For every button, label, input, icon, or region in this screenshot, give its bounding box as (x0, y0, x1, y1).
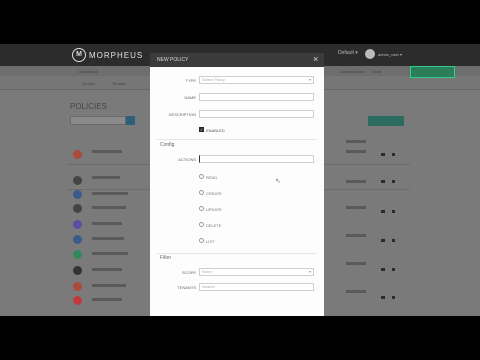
enabled-label: ENABLED (206, 128, 225, 133)
type-select[interactable]: Select Policy ▾ (199, 76, 314, 84)
type-label: TYPE (185, 78, 196, 83)
row-meta (346, 140, 366, 143)
edit-icon[interactable] (381, 210, 385, 213)
type-select-value: Select Policy (202, 77, 225, 82)
divider (157, 139, 317, 140)
actions-label: ACTIONS (178, 157, 196, 162)
row-text (92, 268, 122, 271)
row-meta (346, 262, 366, 265)
scope-select[interactable]: None ▾ (199, 268, 314, 276)
read-radio[interactable] (199, 174, 204, 179)
edit-icon[interactable] (381, 268, 385, 271)
update-label: UPDATE (206, 207, 222, 212)
row-text (92, 237, 124, 240)
config-section-title: Config (160, 142, 175, 148)
nav-item[interactable]: Tools (372, 69, 381, 74)
edit-icon[interactable] (381, 296, 385, 299)
row-meta (346, 234, 366, 237)
mouse-cursor-icon: ⇖ (275, 178, 281, 185)
delete-icon[interactable] (392, 180, 395, 183)
create-radio[interactable] (199, 190, 204, 195)
row-icon (73, 190, 82, 199)
tenants-label: TENANTS (177, 285, 196, 290)
nav-item[interactable]: Administration (340, 69, 365, 74)
create-label: CREATE (206, 191, 222, 196)
delete-icon[interactable] (392, 210, 395, 213)
row-text (92, 176, 120, 179)
description-label: DESCRIPTION (168, 112, 196, 117)
modal-title: NEW POLICY (157, 57, 189, 63)
enabled-checkbox[interactable]: ✓ (199, 127, 204, 132)
user-menu[interactable]: admin_user ▾ (378, 52, 402, 57)
row-text (92, 222, 122, 225)
delete-icon[interactable] (392, 153, 395, 156)
delete-radio[interactable] (199, 222, 204, 227)
name-label: NAME (184, 95, 196, 100)
filter-section-title: Filter (160, 255, 172, 261)
delete-icon[interactable] (392, 239, 395, 242)
logo[interactable]: M MORPHEUS (72, 48, 143, 62)
highlighted-button[interactable] (410, 66, 455, 78)
delete-label: DELETE (206, 223, 222, 228)
tenant-dropdown[interactable]: Default ▾ (338, 50, 358, 56)
row-meta (346, 206, 366, 209)
chevron-down-icon: ▾ (308, 269, 311, 274)
row-meta (346, 150, 366, 153)
scope-label: SCOPE (181, 270, 196, 275)
bg-search-button[interactable] (126, 116, 135, 125)
delete-icon[interactable] (392, 296, 395, 299)
description-input[interactable] (199, 110, 314, 118)
edit-icon[interactable] (381, 180, 385, 183)
bg-search-input[interactable] (70, 116, 126, 125)
name-input[interactable] (199, 93, 314, 101)
edit-icon[interactable] (381, 153, 385, 156)
actions-input[interactable] (199, 155, 314, 163)
row-meta (346, 180, 366, 183)
scope-select-value: None (202, 269, 212, 274)
update-radio[interactable] (199, 206, 204, 211)
page-title: POLICIES (70, 102, 107, 111)
row-icon (73, 220, 82, 229)
row-text (92, 252, 128, 255)
avatar[interactable] (365, 49, 375, 59)
row-icon (73, 296, 82, 305)
row-icon (73, 176, 82, 185)
row-text (92, 284, 126, 287)
row-icon (73, 204, 82, 213)
divider (157, 253, 317, 254)
app-frame: M MORPHEUS Default ▾ admin_user ▾ Operat… (0, 44, 480, 316)
row-icon (73, 250, 82, 259)
logo-text: MORPHEUS (89, 50, 144, 60)
add-policy-button[interactable] (368, 116, 404, 126)
nav-item[interactable]: Operations (78, 69, 98, 74)
row-meta (346, 290, 366, 293)
edit-icon[interactable] (381, 239, 385, 242)
row-icon (73, 266, 82, 275)
close-icon[interactable]: × (313, 55, 318, 64)
sub-nav-item[interactable]: Tenants (112, 81, 126, 86)
tenants-search-input[interactable]: Search (199, 283, 314, 291)
read-label: READ (206, 175, 218, 180)
row-icon (73, 282, 82, 291)
modal-header: NEW POLICY × (150, 53, 324, 67)
row-text (92, 150, 122, 153)
list-label: LIST (206, 239, 215, 244)
row-text (92, 192, 128, 195)
row-text (92, 206, 126, 209)
sub-nav-item[interactable]: Groups (82, 81, 95, 86)
row-icon (73, 150, 82, 159)
row-icon (73, 235, 82, 244)
chevron-down-icon: ▾ (308, 77, 311, 82)
row-text (92, 298, 122, 301)
delete-icon[interactable] (392, 268, 395, 271)
list-radio[interactable] (199, 238, 204, 243)
morpheus-logo-icon: M (72, 48, 86, 62)
